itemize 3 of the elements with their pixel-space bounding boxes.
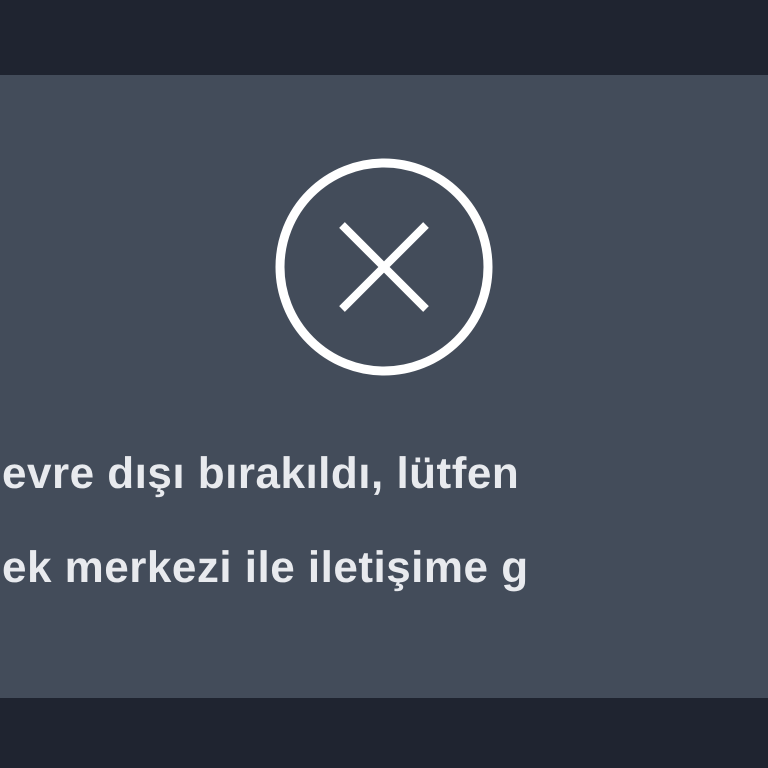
message-text: ek merkezi ile iletişime g <box>2 542 529 594</box>
close-icon <box>275 158 493 376</box>
message-text: evre dışı bırakıldı, lütfen <box>2 448 520 500</box>
